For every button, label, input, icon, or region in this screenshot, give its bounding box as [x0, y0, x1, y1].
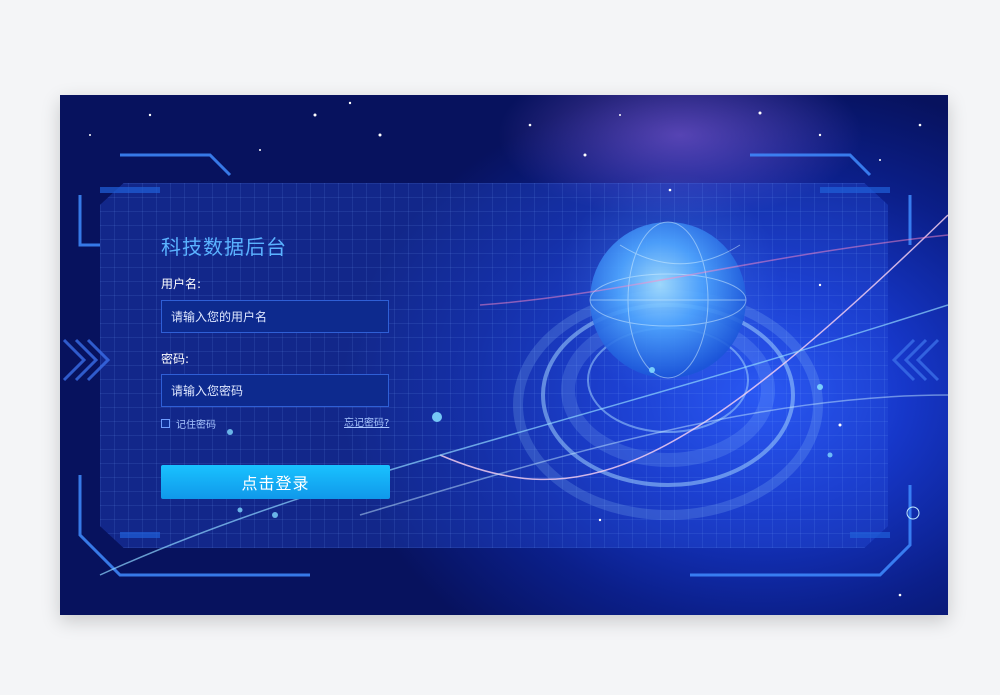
password-label: 密码: [161, 352, 190, 366]
password-input[interactable] [161, 374, 389, 407]
remember-label: 记住密码 [176, 420, 216, 431]
forgot-password-link[interactable]: 忘记密码? [344, 414, 389, 429]
remember-password[interactable]: 记住密码 [161, 416, 216, 431]
page-title: 科技数据后台 [161, 235, 287, 259]
login-button[interactable]: 点击登录 [161, 465, 390, 499]
username-input[interactable] [161, 300, 389, 333]
login-page-background: 科技数据后台 用户名: 密码: 记住密码 忘记密码? 点击登录 [60, 95, 948, 615]
username-label: 用户名: [161, 277, 202, 291]
remember-checkbox[interactable] [161, 419, 170, 428]
hud-decoration [62, 101, 948, 597]
